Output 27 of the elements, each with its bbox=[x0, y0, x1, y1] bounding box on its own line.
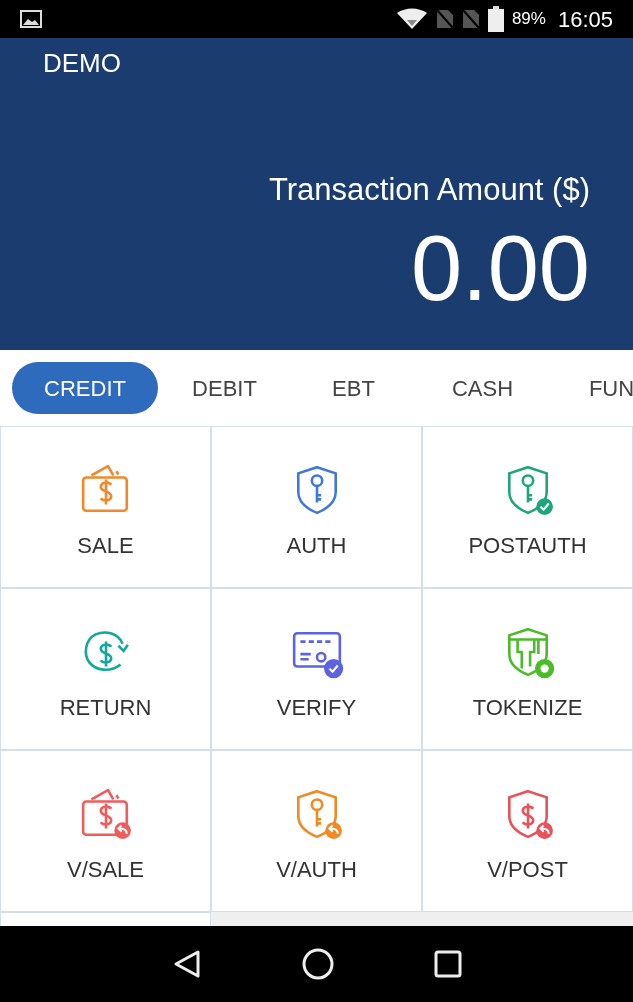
image-icon bbox=[20, 10, 42, 28]
wifi-icon bbox=[395, 8, 428, 30]
action-tile[interactable]: V/SALE bbox=[0, 750, 211, 912]
amount-label: Transaction Amount ($) bbox=[268, 171, 590, 209]
action-tile[interactable]: VERIFY bbox=[211, 588, 422, 750]
action-tile[interactable]: POSTAUTH bbox=[422, 426, 633, 588]
recents-icon[interactable] bbox=[433, 950, 462, 978]
app-title: DEMO bbox=[43, 47, 121, 80]
battery-icon bbox=[487, 6, 504, 32]
tab[interactable]: FUN bbox=[549, 362, 633, 414]
action-tile[interactable]: V/AUTH bbox=[211, 750, 422, 912]
no-sim-icon bbox=[461, 9, 480, 29]
clock: 16:05 bbox=[557, 5, 613, 34]
action-tile[interactable]: RETURN bbox=[0, 588, 211, 750]
tab[interactable]: CASH bbox=[420, 362, 545, 414]
tab[interactable]: CREDIT bbox=[12, 362, 158, 414]
battery-percentage: 89% bbox=[511, 8, 546, 31]
home-icon[interactable] bbox=[301, 948, 334, 980]
tab[interactable]: EBT bbox=[291, 362, 416, 414]
tab[interactable]: DEBIT bbox=[162, 362, 287, 414]
back-icon[interactable] bbox=[171, 949, 202, 979]
no-sim-icon bbox=[435, 9, 454, 29]
action-tile[interactable]: V/POST bbox=[422, 750, 633, 912]
action-tile[interactable]: AUTH bbox=[211, 426, 422, 588]
action-tile[interactable]: SALE bbox=[0, 426, 211, 588]
action-tile[interactable]: TOKENIZE bbox=[422, 588, 633, 750]
amount-value: 0.00 bbox=[410, 221, 590, 314]
